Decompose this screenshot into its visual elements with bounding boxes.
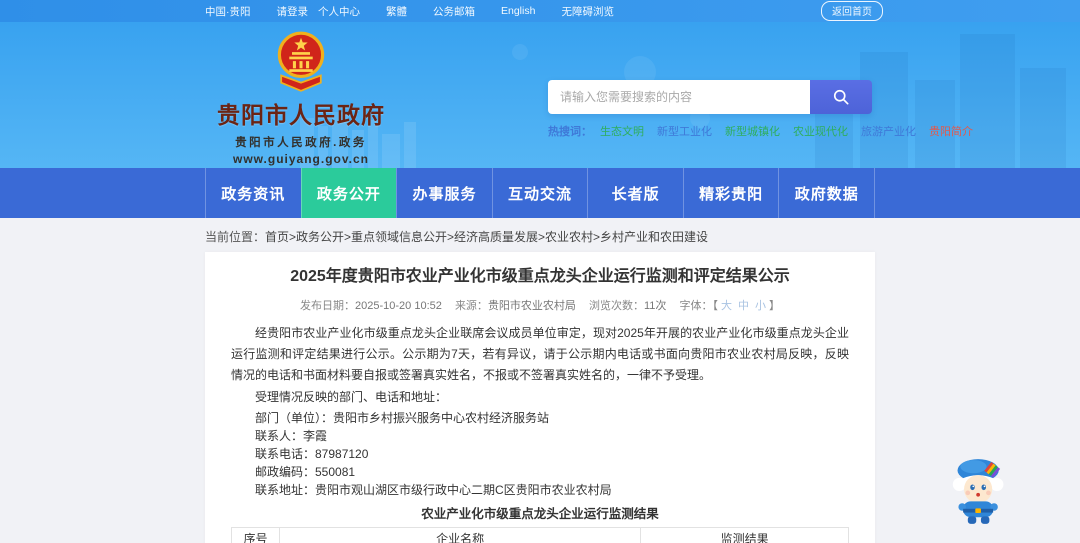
page: 中国·贵阳 请登录 个人中心 繁體 公务邮箱 English 无障碍浏览 返回首… [0, 0, 1080, 543]
nav-tab-interaction[interactable]: 互动交流 [491, 168, 588, 218]
search-area: 热搜词： 生态文明 新型工业化 新型城镇化 农业现代化 旅游产业化 贵阳简介 [548, 80, 973, 139]
source-label: 来源： [454, 300, 488, 312]
views-value: 11次 [644, 300, 667, 312]
contact-postcode: 邮政编码：550081 [255, 465, 356, 479]
site-name: 贵阳市人民政府 [217, 102, 385, 128]
hot-search-bar: 热搜词： 生态文明 新型工业化 新型城镇化 农业现代化 旅游产业化 贵阳简介 [548, 123, 973, 139]
nav-tab-gov-data[interactable]: 政府数据 [778, 168, 876, 218]
hot-search-item-5[interactable]: 贵阳简介 [929, 123, 973, 139]
publish-date-label: 发布日期： [300, 300, 356, 312]
search-input[interactable] [548, 80, 810, 114]
contact-address: 联系地址：贵阳市观山湖区市级行政中心二期C区贵阳市农业农村局 [255, 483, 612, 497]
mascot-character-icon [952, 459, 1004, 524]
nav-tab-elderly-version[interactable]: 长者版 [587, 168, 683, 218]
article-title: 2025年度贵阳市农业产业化市级重点龙头企业运行监测和评定结果公示 [290, 268, 790, 285]
topbar-link-personal-center[interactable]: 个人中心 [318, 4, 360, 19]
font-size-large-button[interactable]: 大 [721, 300, 732, 312]
site-logo[interactable]: 贵阳市人民政府 贵阳市人民政府.政务 www.guiyang.gov.cn [213, 30, 389, 166]
site-subtitle: 贵阳市人民政府.政务 [235, 137, 367, 149]
hot-search-item-1[interactable]: 新型工业化 [657, 123, 712, 139]
font-size-bracket-close: 】 [768, 300, 780, 312]
result-table-title: 农业产业化市级重点龙头企业运行监测结果 [421, 507, 659, 521]
article-meta: 发布日期：2025-10-20 10:52 来源：贵阳市农业农村局 浏览次数：1… [231, 297, 849, 313]
views-label: 浏览次数： [589, 300, 644, 312]
top-utility-bar: 中国·贵阳 请登录 个人中心 繁體 公务邮箱 English 无障碍浏览 返回首… [0, 0, 1080, 22]
national-emblem-icon [277, 31, 325, 92]
publish-date-value: 2025-10-20 10:52 [355, 300, 442, 312]
breadcrumb-path[interactable]: 首页>政务公开>重点领域信息公开>经济高质量发展>农业农村>乡村产业和农田建设 [265, 230, 708, 244]
font-size-bracket-open: 【 [712, 300, 718, 312]
topbar-link-traditional-chinese[interactable]: 繁體 [386, 4, 407, 19]
site-mascot[interactable] [950, 454, 1010, 533]
contact-info-block: 部门（单位）：贵阳市乡村振兴服务中心农村经济服务站 联系人：李霞 联系电话：87… [231, 409, 849, 499]
article-paragraph-2: 受理情况反映的部门、电话和地址： [255, 390, 448, 404]
contact-person: 联系人：李霞 [255, 429, 328, 443]
nav-tab-disclosure[interactable]: 政务公开 [300, 168, 397, 218]
monitoring-result-table: 序号 企业名称 监测结果 1 贵州合力超市采购有限公司 合格 2 贵州友禾种业有… [231, 527, 849, 543]
table-header-index: 序号 [231, 527, 280, 543]
nav-tab-services[interactable]: 办事服务 [396, 168, 492, 218]
hot-search-item-3[interactable]: 农业现代化 [793, 123, 848, 139]
font-size-label: 字体： [679, 300, 713, 312]
topbar-link-english[interactable]: English [501, 5, 535, 17]
search-icon [833, 89, 849, 105]
font-size-small-button[interactable]: 小 [755, 300, 766, 312]
hot-search-item-2[interactable]: 新型城镇化 [725, 123, 780, 139]
hot-search-item-4[interactable]: 旅游产业化 [861, 123, 916, 139]
topbar-link-gov-mail[interactable]: 公务邮箱 [433, 4, 475, 19]
nav-tab-highlights[interactable]: 精彩贵阳 [682, 168, 779, 218]
breadcrumb-label: 当前位置： [205, 230, 266, 244]
hot-search-item-0[interactable]: 生态文明 [600, 123, 644, 139]
topbar-link-login[interactable]: 请登录 [277, 4, 309, 19]
city-skyline-decoration [300, 34, 1066, 168]
article-card: 2025年度贵阳市农业产业化市级重点龙头企业运行监测和评定结果公示 发布日期：2… [205, 252, 875, 543]
nav-tab-news[interactable]: 政务资讯 [205, 168, 301, 218]
table-header-result: 监测结果 [640, 527, 849, 543]
font-size-medium-button[interactable]: 中 [738, 300, 749, 312]
table-header-company: 企业名称 [278, 527, 642, 543]
topbar-link-china-guiyang[interactable]: 中国·贵阳 [205, 4, 251, 19]
site-url: www.guiyang.gov.cn [232, 152, 369, 166]
search-button[interactable] [810, 80, 872, 114]
article-paragraph-1: 经贵阳市农业产业化市级重点龙头企业联席会议成员单位审定，现对2025年开展的农业… [231, 326, 849, 382]
main-nav-bar: 政务资讯 政务公开 办事服务 互动交流 长者版 精彩贵阳 政府数据 [0, 168, 1080, 218]
topbar-link-accessibility[interactable]: 无障碍浏览 [561, 4, 614, 19]
hot-search-label: 热搜词： [548, 126, 592, 138]
breadcrumb: 当前位置：首页>政务公开>重点领域信息公开>经济高质量发展>农业农村>乡村产业和… [205, 228, 1080, 246]
table-header-row: 序号 企业名称 监测结果 [231, 527, 849, 543]
contact-phone: 联系电话：87987120 [255, 447, 369, 461]
source-value: 贵阳市农业农村局 [487, 300, 576, 312]
contact-department: 部门（单位）：贵阳市乡村振兴服务中心农村经济服务站 [255, 411, 550, 425]
site-header-banner: 贵阳市人民政府 贵阳市人民政府.政务 www.guiyang.gov.cn 热搜… [0, 22, 1080, 168]
return-home-button[interactable]: 返回首页 [821, 1, 883, 21]
